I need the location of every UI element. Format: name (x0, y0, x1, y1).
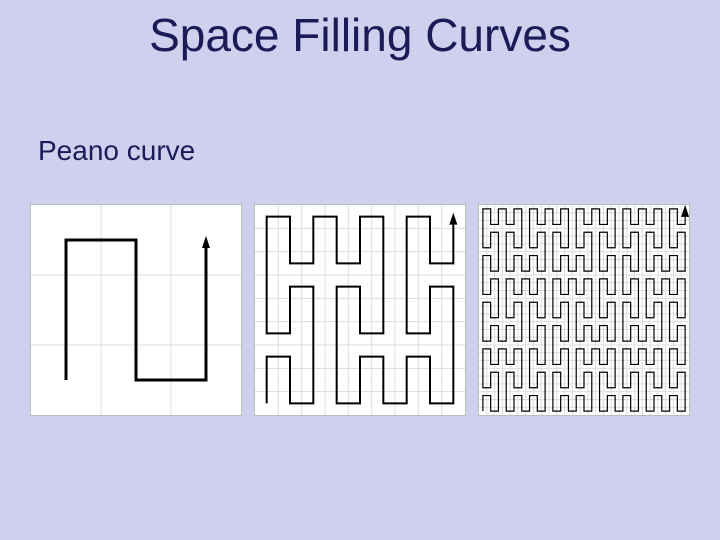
peano-curve-svg-2 (255, 205, 465, 415)
figure-row (30, 200, 690, 420)
page-title: Space Filling Curves (0, 8, 720, 62)
peano-iteration-1 (30, 204, 242, 416)
peano-curve-svg-1 (31, 205, 241, 415)
peano-iteration-3 (478, 204, 690, 416)
subtitle: Peano curve (38, 135, 195, 167)
peano-iteration-2 (254, 204, 466, 416)
peano-curve-svg-3 (479, 205, 689, 415)
slide: Space Filling Curves Peano curve (0, 0, 720, 540)
